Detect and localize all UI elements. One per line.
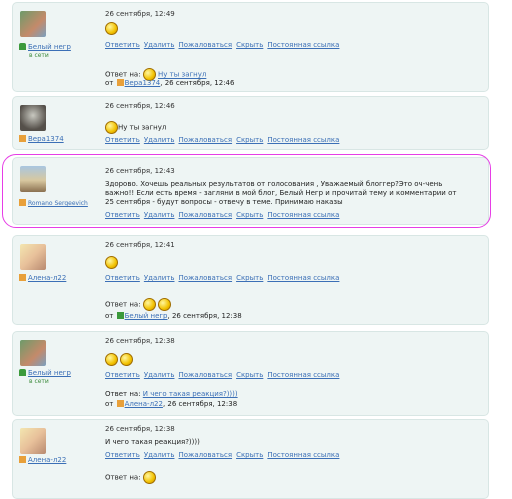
reply-prefix: Ответ на: [105,300,141,309]
comment-card: Алена-л22 26 сентября, 12:38 И чего така… [12,419,489,499]
from-prefix: от [105,312,114,320]
reply-to: Ответ на: [105,471,156,484]
permalink-link[interactable]: Постоянная ссылка [267,136,339,144]
from-prefix: от [105,400,114,408]
comment-date: 26 сентября, 12:41 [105,241,175,249]
delete-link[interactable]: Удалить [144,41,175,49]
reply-link[interactable]: Ответить [105,136,140,144]
user-icon [19,135,26,142]
comment-author[interactable]: Белый негр [19,43,71,51]
hide-link[interactable]: Скрыть [236,274,263,282]
smiley-icon [105,22,118,35]
permalink-link[interactable]: Постоянная ссылка [267,451,339,459]
user-icon [116,400,124,407]
comment-body: Ну ты загнул [118,123,167,132]
reply-author-link[interactable]: Bepa1374 [125,79,161,87]
report-link[interactable]: Пожаловаться [178,136,232,144]
comment-card: Белый негр в сети 26 сентября, 12:38 Отв… [12,331,489,416]
reply-from: от Bepa1374, 26 сентября, 12:46 [105,79,234,87]
comment-date: 26 сентября, 12:46 [105,102,175,110]
from-prefix: от [105,79,114,87]
avatar[interactable] [20,428,46,454]
comment-actions: Ответить Удалить Пожаловаться Скрыть Постоян… [105,41,343,49]
permalink-link[interactable]: Постоянная ссылка [267,274,339,282]
reply-to: Ответ на: И чего такая реакция?)))) [105,390,238,398]
user-online-icon [19,43,26,50]
comment-author[interactable]: Алена-л22 [19,456,66,464]
smiley-icon [158,298,172,311]
hide-link[interactable]: Скрыть [236,371,263,379]
comment-actions: Ответить Удалить Пожаловаться Скрыть Постоян… [105,451,343,459]
comment-author[interactable]: Белый негр [19,369,71,377]
comment-actions: Ответить Удалить Пожаловаться Скрыть Постоян… [105,371,343,379]
smiley-icon [105,121,118,134]
online-status: в сети [29,378,49,385]
reply-date: , 26 сентября, 12:38 [167,312,242,320]
online-status: в сети [29,52,49,59]
reply-link[interactable]: Ответить [105,371,140,379]
smiley-icon [120,353,134,366]
comment-card: Bepa1374 26 сентября, 12:46 Ну ты загнул… [12,96,489,150]
reply-prefix: Ответ на: [105,473,141,482]
smiley-pair [105,353,134,366]
smiley-icon [105,256,118,269]
report-link[interactable]: Пожаловаться [178,451,232,459]
comment-text: И чего такая реакция?)))) [105,438,200,446]
delete-link[interactable]: Удалить [144,371,175,379]
permalink-link[interactable]: Постоянная ссылка [267,371,339,379]
user-icon [116,79,124,86]
author-link[interactable]: Bepa1374 [28,135,64,143]
delete-link[interactable]: Удалить [144,451,175,459]
report-link[interactable]: Пожаловаться [178,41,232,49]
avatar[interactable] [20,244,46,270]
author-link[interactable]: Алена-л22 [28,456,66,464]
user-online-icon [19,369,26,376]
reply-to: Ответ на: [105,298,172,311]
reply-author-link[interactable]: Алена-л22 [125,400,163,408]
avatar[interactable] [20,11,46,37]
smiley-icon [142,298,156,311]
comment-card: Алена-л22 26 сентября, 12:41 Ответить Уда… [12,235,489,325]
smiley-icon [142,471,156,484]
reply-prefix: Ответ на: [105,390,141,398]
delete-link[interactable]: Удалить [144,274,175,282]
comment-author[interactable]: Алена-л22 [19,274,66,282]
avatar[interactable] [20,105,46,131]
delete-link[interactable]: Удалить [144,136,175,144]
author-link[interactable]: Белый негр [28,369,71,377]
user-online-icon [116,312,124,319]
hide-link[interactable]: Скрыть [236,451,263,459]
reply-link[interactable]: Ответить [105,41,140,49]
comment-card: Белый негр в сети 26 сентября, 12:49 Отв… [12,2,489,92]
report-link[interactable]: Пожаловаться [178,274,232,282]
comment-actions: Ответить Удалить Пожаловаться Скрыть Постоян… [105,274,343,282]
reply-link[interactable]: Ответить [105,451,140,459]
author-link[interactable]: Белый негр [28,43,71,51]
comment-actions: Ответить Удалить Пожаловаться Скрыть Постоян… [105,136,343,144]
reply-quote-link[interactable]: Ну ты загнул [158,71,206,79]
user-icon [19,456,26,463]
comment-date: 26 сентября, 12:49 [105,10,175,18]
reply-prefix: Ответ на: [105,70,141,79]
user-icon [19,274,26,281]
highlight-outline [2,154,491,228]
comment-date: 26 сентября, 12:38 [105,425,175,433]
hide-link[interactable]: Скрыть [236,41,263,49]
report-link[interactable]: Пожаловаться [178,371,232,379]
hide-link[interactable]: Скрыть [236,136,263,144]
permalink-link[interactable]: Постоянная ссылка [267,41,339,49]
comment-text: Ну ты загнул [105,121,465,134]
reply-date: , 26 сентября, 12:38 [162,400,238,408]
reply-quote-link[interactable]: И чего такая реакция?)))) [143,390,238,398]
comment-date: 26 сентября, 12:38 [105,337,175,345]
reply-link[interactable]: Ответить [105,274,140,282]
author-link[interactable]: Алена-л22 [28,274,66,282]
reply-from: от Белый негр, 26 сентября, 12:38 [105,312,242,320]
reply-date: , 26 сентября, 12:46 [160,79,235,87]
avatar[interactable] [20,340,46,366]
reply-from: от Алена-л22, 26 сентября, 12:38 [105,400,237,408]
smiley-icon [105,353,118,366]
comment-author[interactable]: Bepa1374 [19,135,64,143]
reply-author-link[interactable]: Белый негр [125,312,168,320]
